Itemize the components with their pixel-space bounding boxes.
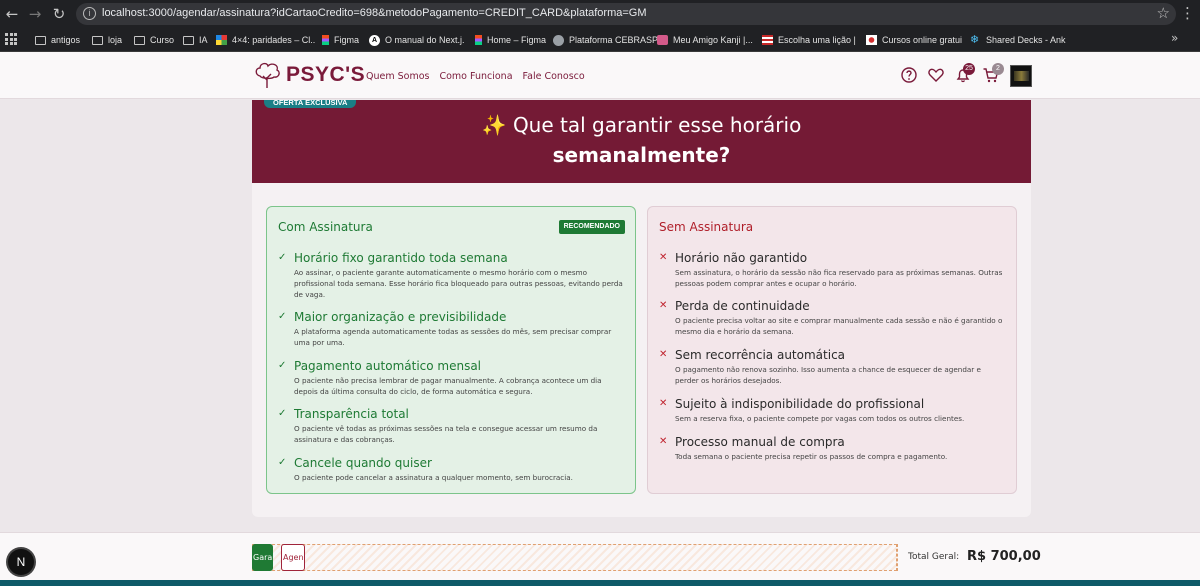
nav-como-funciona[interactable]: Como Funciona <box>439 71 512 82</box>
bookmark-item[interactable]: Escolha uma lição |... <box>762 32 856 48</box>
bookmarks-bar: antigos loja Curso IA 4×4: paridades – C… <box>0 28 1200 52</box>
hero-heading-line1: ✨ Que tal garantir esse horário <box>481 113 802 137</box>
folder-icon <box>183 35 194 45</box>
address-bar[interactable]: i localhost:3000/agendar/assinatura?idCa… <box>76 3 1176 25</box>
x-icon: ✕ <box>659 349 668 360</box>
figma-icon <box>322 35 329 45</box>
cart-badge: 2 <box>992 63 1004 75</box>
brand-logo[interactable]: PSYC'S <box>252 60 365 90</box>
site-header: PSYC'S Quem Somos Como Funciona Fale Con… <box>0 52 1200 99</box>
apps-grid-icon[interactable] <box>5 33 17 45</box>
url-text[interactable]: localhost:3000/agendar/assinatura?idCart… <box>102 7 647 19</box>
button-overflow-area <box>252 544 897 571</box>
site-info-icon[interactable]: i <box>83 7 96 20</box>
back-icon[interactable]: ← <box>2 4 22 24</box>
bookmark-item[interactable]: Cursos online gratui... <box>866 32 962 48</box>
without-subscription-panel: Sem Assinatura ✕ Horário não garantido S… <box>647 206 1017 494</box>
japan-flag-icon <box>866 35 877 45</box>
reload-icon[interactable]: ↻ <box>49 4 69 24</box>
x-icon: ✕ <box>659 252 668 263</box>
check-icon: ✓ <box>278 457 287 468</box>
heart-icon[interactable] <box>927 66 945 84</box>
x-icon: ✕ <box>659 398 668 409</box>
browser-toolbar: ← → ↻ i localhost:3000/agendar/assinatur… <box>0 0 1200 28</box>
browser-menu-icon[interactable]: ⋮ <box>1180 3 1195 23</box>
user-avatar[interactable] <box>1010 65 1032 87</box>
check-icon: ✓ <box>278 360 287 371</box>
bottom-accent-strip <box>0 580 1200 586</box>
sparkle-icon: ✨ <box>481 113 507 137</box>
notifications-badge: 25 <box>963 63 975 75</box>
bookmark-item[interactable]: antigos <box>35 32 80 48</box>
total-value: R$ 700,00 <box>967 549 1041 564</box>
bookmark-item[interactable]: Plataforma CEBRASPE <box>553 32 664 48</box>
recommended-badge: RECOMENDADO <box>558 220 625 234</box>
no-subscription-button[interactable]: Agendar sem assinatura <box>281 544 305 571</box>
folder-icon <box>134 35 145 45</box>
check-icon: ✓ <box>278 311 287 322</box>
nextjs-icon: A <box>369 34 380 46</box>
folder-icon <box>92 35 103 45</box>
bookmark-item[interactable]: ❄Shared Decks - Anki... <box>970 32 1066 48</box>
nextjs-dev-badge[interactable]: N <box>8 549 34 575</box>
bookmark-star-icon[interactable]: ☆ <box>1157 4 1170 22</box>
anki-icon: ❄ <box>970 34 980 46</box>
bookmark-item[interactable]: Home – Figma <box>475 32 546 48</box>
bookmark-item[interactable]: loja <box>92 32 122 48</box>
forward-icon[interactable]: → <box>25 4 45 24</box>
bookmark-item[interactable]: Figma <box>322 32 359 48</box>
x-icon: ✕ <box>659 436 668 447</box>
cube-icon <box>216 35 227 45</box>
subscribe-button[interactable]: Garantir meu horário <box>252 544 273 571</box>
bookmark-item[interactable]: Meu Amigo Kanji |... <box>657 32 753 48</box>
more-bookmarks-icon[interactable]: » <box>1171 31 1178 45</box>
globe-icon <box>553 34 564 46</box>
bookmark-item[interactable]: Curso <box>134 32 174 48</box>
bookmark-item[interactable]: AO manual do Next.j... <box>369 32 465 48</box>
flag-icon <box>762 35 773 45</box>
check-icon: ✓ <box>278 408 287 419</box>
x-icon: ✕ <box>659 300 668 311</box>
tree-logo-icon <box>255 62 280 88</box>
nav-quem-somos[interactable]: Quem Somos <box>366 71 429 82</box>
exclusive-offer-tag: OFERTA EXCLUSIVA <box>264 100 357 108</box>
check-icon: ✓ <box>278 252 287 263</box>
total-label: Total Geral: <box>908 552 960 562</box>
hero-heading-line2: semanalmente? <box>552 143 731 167</box>
help-icon[interactable] <box>900 66 918 84</box>
panel-title: Sem Assinatura <box>659 220 754 234</box>
offer-hero: OFERTA EXCLUSIVA ✨ Que tal garantir esse… <box>252 100 1031 183</box>
main-nav: Quem Somos Como Funciona Fale Conosco <box>366 71 585 82</box>
brand-name: PSYC'S <box>286 63 366 86</box>
bookmark-item[interactable]: IA <box>183 32 208 48</box>
figma-icon <box>475 35 482 45</box>
bookmark-item[interactable]: 4×4: paridades – Cl... <box>216 32 316 48</box>
kanji-icon <box>657 35 668 45</box>
panel-title: Com Assinatura <box>278 220 373 234</box>
subscription-offer-card: OFERTA EXCLUSIVA ✨ Que tal garantir esse… <box>252 100 1031 517</box>
nav-fale-conosco[interactable]: Fale Conosco <box>523 71 585 82</box>
with-subscription-panel: Com Assinatura RECOMENDADO ✓ Horário fix… <box>266 206 636 494</box>
folder-icon <box>35 35 46 45</box>
